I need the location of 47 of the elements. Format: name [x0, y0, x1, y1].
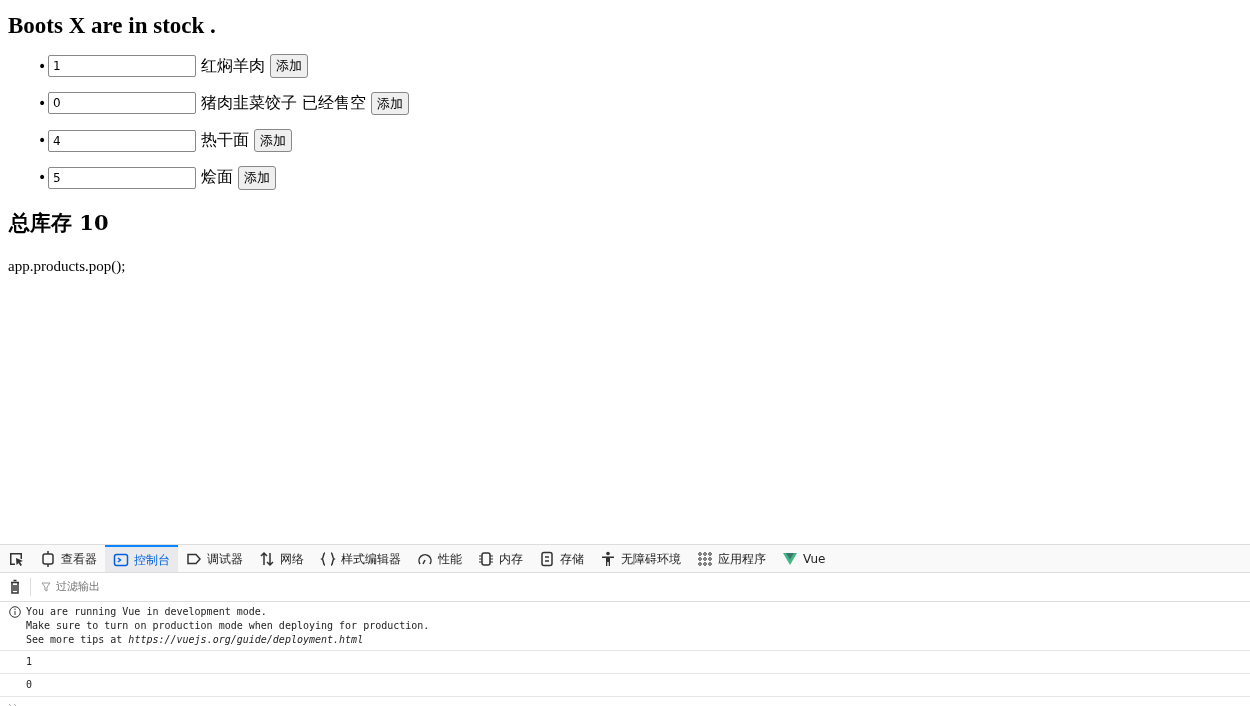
arrows-icon	[259, 550, 275, 567]
bullet: •	[38, 168, 48, 188]
bullet: •	[38, 56, 48, 76]
devtools-tab[interactable]: 存储	[531, 545, 592, 572]
funnel-icon	[41, 582, 51, 592]
v-logo-icon	[782, 550, 798, 567]
quantity-field[interactable]: 4	[48, 129, 196, 152]
devtools-tab[interactable]: 样式编辑器	[312, 545, 409, 572]
console-message: 1	[26, 655, 34, 669]
bullet: •	[38, 93, 48, 113]
quantity-field[interactable]: 0	[48, 92, 196, 115]
braces-icon	[320, 550, 336, 567]
console-message: You are running Vue in development mode. Make sure to turn on production mode when deploying for production. See more tips at https://vuejs.org/guide/deployment.html	[26, 605, 431, 647]
document-icon	[539, 550, 555, 567]
devtools-tab[interactable]: 性能	[409, 545, 470, 572]
sold-out-label: 已经售空	[302, 92, 367, 112]
info-icon	[9, 606, 21, 618]
quantity-field[interactable]: 5	[48, 166, 196, 189]
add-button[interactable]: 添加	[254, 128, 293, 153]
devtools-tab[interactable]: 网络	[251, 545, 312, 572]
devtools-tab[interactable]: Vue	[774, 545, 834, 572]
product-name: 猪肉韭菜饺子	[201, 92, 298, 112]
quantity-field[interactable]: 1	[48, 55, 196, 78]
add-button[interactable]: 添加	[238, 166, 277, 190]
console-message: 0	[26, 678, 34, 692]
terminal-icon	[113, 551, 129, 568]
devtools-tab[interactable]: 内存	[470, 545, 531, 572]
person-icon	[600, 550, 616, 567]
bullet: •	[38, 131, 48, 151]
devtools-tab[interactable]: 控制台	[105, 545, 178, 572]
page-heading: Boots X are in stock .	[8, 12, 217, 40]
devtools-tab[interactable]: 无障碍环境	[592, 545, 689, 572]
product-name: 红焖羊肉	[201, 55, 266, 75]
add-button[interactable]: 添加	[371, 91, 410, 116]
chip-icon	[478, 550, 494, 567]
devtools-tab[interactable]: 应用程序	[689, 545, 774, 572]
grid-icon	[697, 550, 713, 567]
add-button[interactable]: 添加	[270, 54, 309, 78]
box-icon	[40, 550, 56, 567]
devtools-tab[interactable]: 查看器	[32, 545, 105, 572]
code-text: app.products.pop();	[8, 256, 127, 276]
total-stock-heading: 总库存 10	[9, 209, 110, 235]
product-name: 热干面	[201, 130, 250, 150]
devtools-tab[interactable]: 调试器	[178, 545, 251, 572]
cursor-icon	[8, 550, 24, 567]
trash-icon	[8, 579, 22, 595]
product-name: 烩面	[201, 167, 234, 187]
